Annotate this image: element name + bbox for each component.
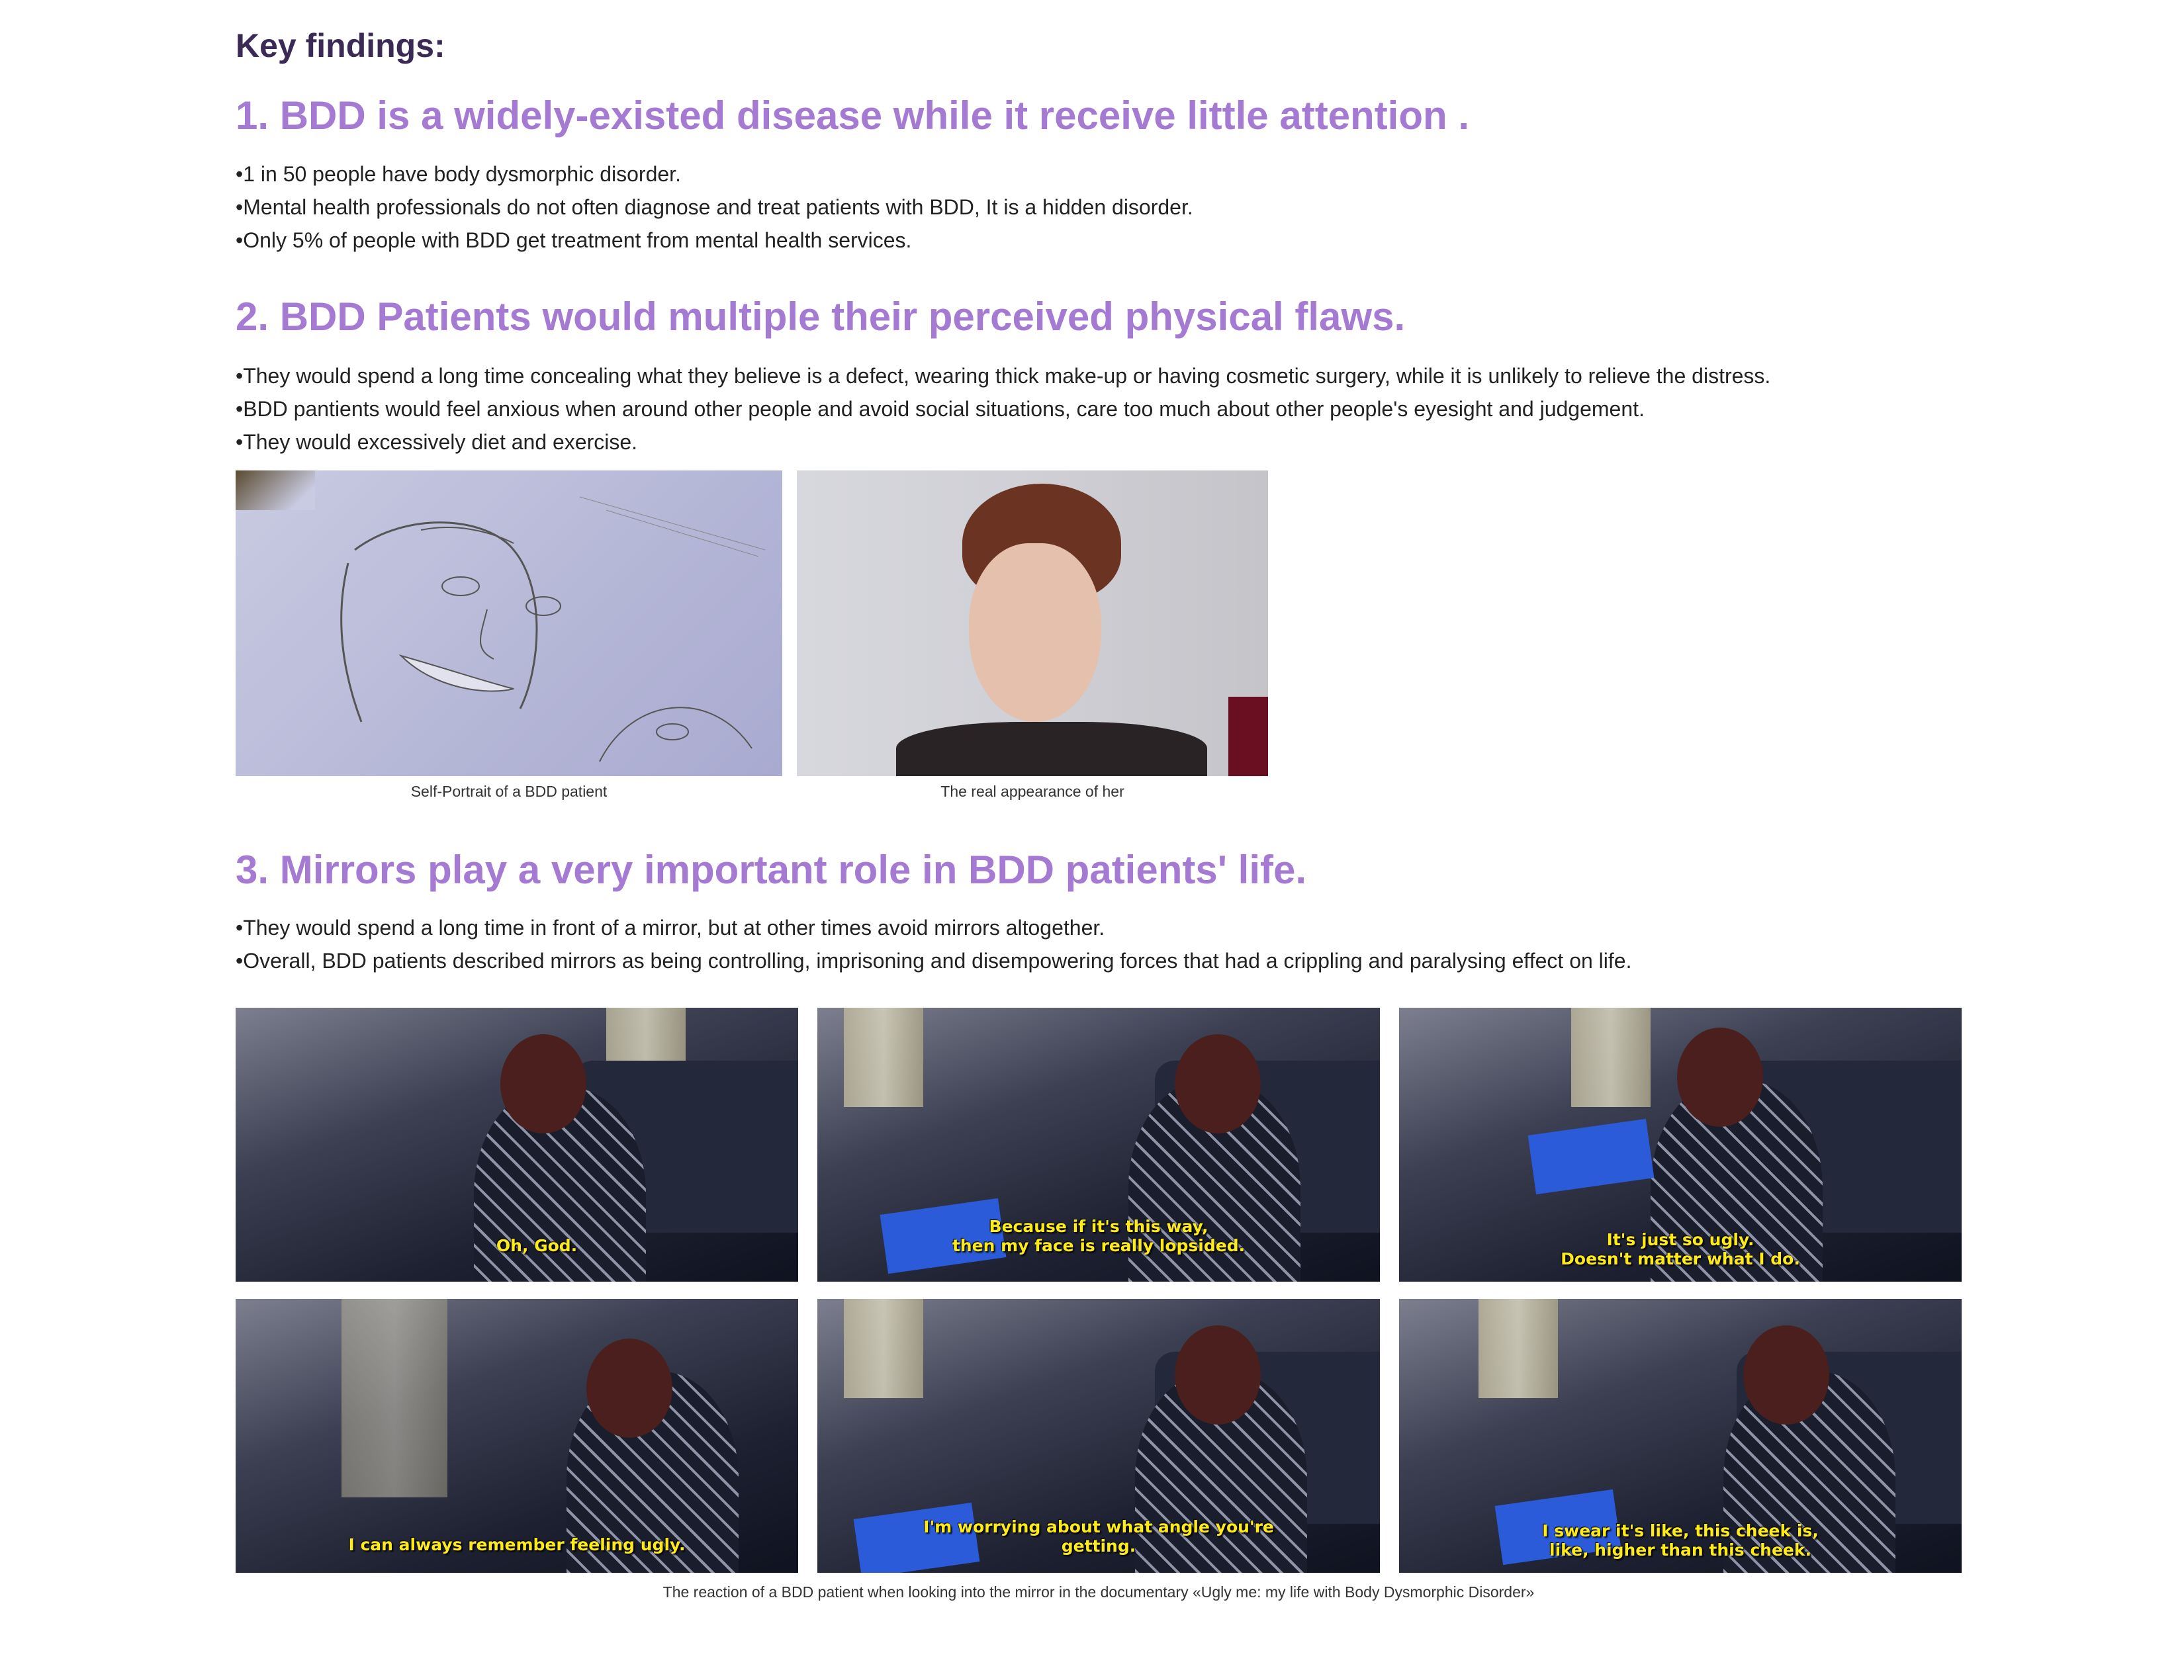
section-1-bullets: 1 in 50 people have body dysmorphic diso… — [236, 157, 1193, 257]
stills-caption: The reaction of a BDD patient when looki… — [662, 1583, 1535, 1601]
list-item: Mental health professionals do not often… — [236, 191, 1193, 224]
subtitle: I can always remember feeling ugly. — [348, 1535, 686, 1554]
real-appearance-photo — [797, 470, 1268, 776]
list-item: Only 5% of people with BDD get treatment… — [236, 224, 1193, 257]
list-item: They would spend a long time concealing … — [236, 359, 1770, 392]
subtitle: Oh, God. — [496, 1236, 578, 1255]
documentary-still-1: Oh, God. — [236, 1008, 798, 1282]
subtitle: Because if it's this way, then my face i… — [952, 1217, 1246, 1255]
list-item: BDD pantients would feel anxious when ar… — [236, 392, 1770, 425]
documentary-still-2: Because if it's this way, then my face i… — [817, 1008, 1380, 1282]
page: Key findings: 1. BDD is a widely-existed… — [0, 0, 2184, 1680]
subtitle: I'm worrying about what angle you're get… — [923, 1517, 1274, 1556]
section-3-title: 3. Mirrors play a very important role in… — [236, 848, 1307, 892]
section-2-bullets: They would spend a long time concealing … — [236, 359, 1770, 459]
section-2-title: 2. BDD Patients would multiple their per… — [236, 294, 1406, 339]
section-1-title: 1. BDD is a widely-existed disease while… — [236, 93, 1469, 138]
subtitle: I swear it's like, this cheek is, like, … — [1542, 1521, 1819, 1560]
subtitle: It's just so ugly. Doesn't matter what I… — [1561, 1230, 1800, 1268]
key-findings-heading: Key findings: — [236, 27, 445, 64]
documentary-still-3: It's just so ugly. Doesn't matter what I… — [1399, 1008, 1962, 1282]
list-item: 1 in 50 people have body dysmorphic diso… — [236, 157, 1193, 191]
section-3-bullets: They would spend a long time in front of… — [236, 911, 1631, 977]
list-item: Overall, BDD patients described mirrors … — [236, 944, 1631, 977]
list-item: They would excessively diet and exercise… — [236, 425, 1770, 459]
self-portrait-sketch-image — [236, 470, 782, 776]
sketch-drawing — [340, 496, 766, 762]
documentary-still-6: I swear it's like, this cheek is, like, … — [1399, 1299, 1962, 1573]
self-portrait-caption: Self-Portrait of a BDD patient — [410, 783, 608, 800]
list-item: They would spend a long time in front of… — [236, 911, 1631, 944]
documentary-still-5: I'm worrying about what angle you're get… — [817, 1299, 1380, 1573]
documentary-still-4: I can always remember feeling ugly. — [236, 1299, 798, 1573]
real-appearance-caption: The real appearance of her — [940, 783, 1124, 800]
